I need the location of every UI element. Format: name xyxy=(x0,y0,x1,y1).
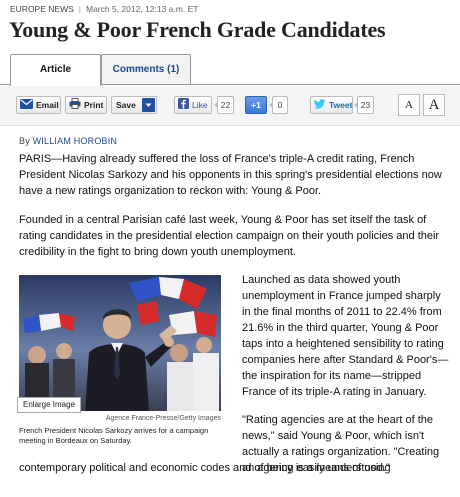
tweet-button[interactable]: Tweet xyxy=(310,96,353,114)
facebook-like-button[interactable]: Like xyxy=(174,96,212,114)
meta-separator: | xyxy=(78,4,81,14)
photo-credit: Agence France-Presse/Getty Images xyxy=(105,415,221,422)
email-button[interactable]: Email xyxy=(16,96,61,114)
like-count: 22 xyxy=(214,96,234,114)
article-paragraph-1: PARIS—Having already suffered the loss o… xyxy=(19,153,442,197)
tweet-label: Tweet xyxy=(329,100,353,110)
article-meta: Europe News | March 5, 2012, 12:13 a.m. ET xyxy=(10,4,198,14)
photo-caption: French President Nicolas Sarkozy arrives… xyxy=(19,426,209,445)
share-toolbar: Email Print Save Like 22 +1 0 Tweet 23 A… xyxy=(0,86,460,126)
font-size-increase-button[interactable]: A xyxy=(423,94,445,116)
like-label: Like xyxy=(192,100,208,110)
tweet-count: 23 xyxy=(354,96,374,114)
section-label[interactable]: Europe News xyxy=(10,4,74,14)
plusone-count: 0 xyxy=(269,96,288,114)
article-paragraph-3: Launched as data showed youth unemployme… xyxy=(242,274,449,398)
enlarge-image-button[interactable]: Enlarge Image xyxy=(17,397,82,413)
article-photo[interactable] xyxy=(19,275,221,411)
email-label: Email xyxy=(36,100,59,110)
article-paragraph-4-continued: contemporary political and economic code… xyxy=(19,462,390,474)
twitter-bird-icon xyxy=(314,98,326,114)
tab-comments[interactable]: Comments (1) xyxy=(101,54,191,85)
plusone-label: +1 xyxy=(251,100,261,110)
dateline: March 5, 2012, 12:13 a.m. ET xyxy=(85,4,199,14)
printer-icon xyxy=(69,97,81,114)
facebook-icon xyxy=(178,97,189,114)
article-paragraph-2: Founded in a central Parisian café last … xyxy=(19,214,440,258)
print-label: Print xyxy=(84,100,104,110)
photo-image xyxy=(19,275,221,411)
envelope-icon xyxy=(20,98,33,114)
page-title: Young & Poor French Grade Candidates xyxy=(9,17,386,42)
author-link[interactable]: WILLIAM HOROBIN xyxy=(33,136,118,146)
print-button[interactable]: Print xyxy=(65,96,107,114)
chevron-down-icon[interactable] xyxy=(142,98,155,112)
save-button[interactable]: Save xyxy=(111,96,157,114)
tab-article[interactable]: Article xyxy=(10,54,101,86)
google-plusone-button[interactable]: +1 xyxy=(245,96,267,114)
byline-prefix: By xyxy=(19,136,30,146)
font-size-decrease-button[interactable]: A xyxy=(398,94,420,116)
article-tabs: Article Comments (1) xyxy=(0,50,460,86)
byline: By WILLIAM HOROBIN xyxy=(19,136,117,146)
save-label: Save xyxy=(116,100,136,110)
